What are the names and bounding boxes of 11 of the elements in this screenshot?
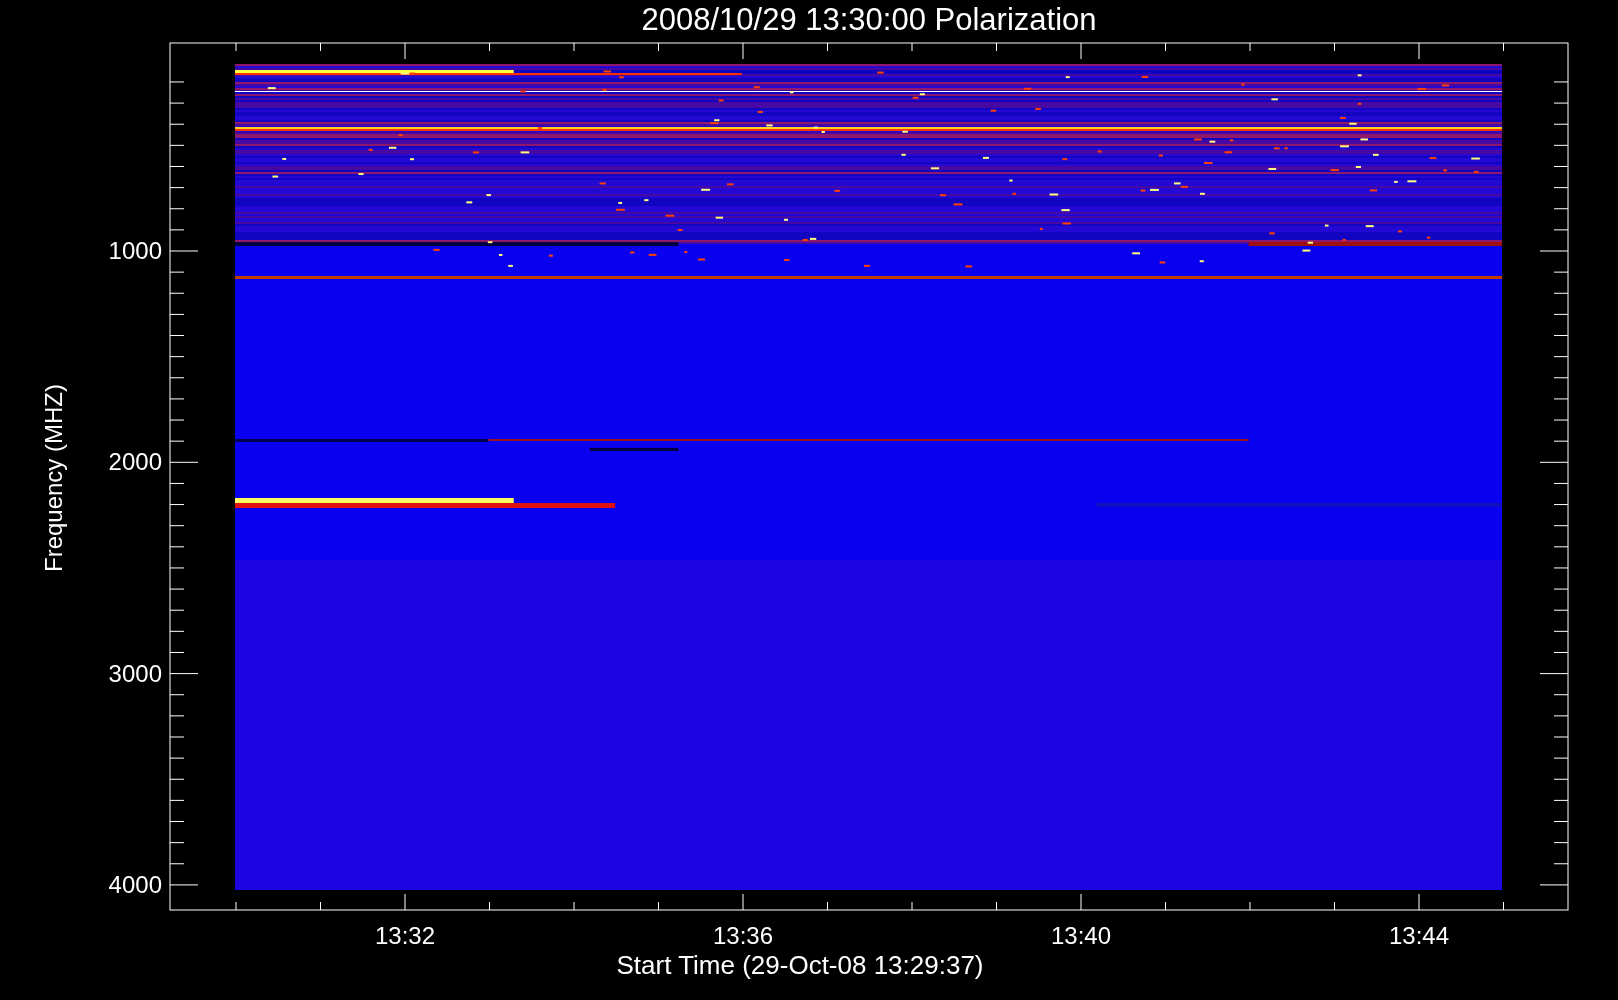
x-axis-label: Start Time (29-Oct-08 13:29:37) — [615, 950, 985, 980]
y-tick-label: 1000 — [107, 237, 162, 265]
y-tick-label: 4000 — [107, 870, 162, 899]
chart-title: 2008/10/29 13:30:00 Polarization — [640, 2, 1098, 38]
y-tick-label: 2000 — [107, 448, 162, 477]
x-tick-label: 13:32 — [373, 922, 437, 950]
y-axis-label: Frequency (MHZ) — [40, 383, 68, 574]
x-tick-label: 13:36 — [711, 922, 775, 950]
y-tick-label: 3000 — [107, 659, 162, 688]
x-tick-label: 13:44 — [1387, 922, 1451, 950]
x-tick-label: 13:40 — [1049, 922, 1113, 950]
